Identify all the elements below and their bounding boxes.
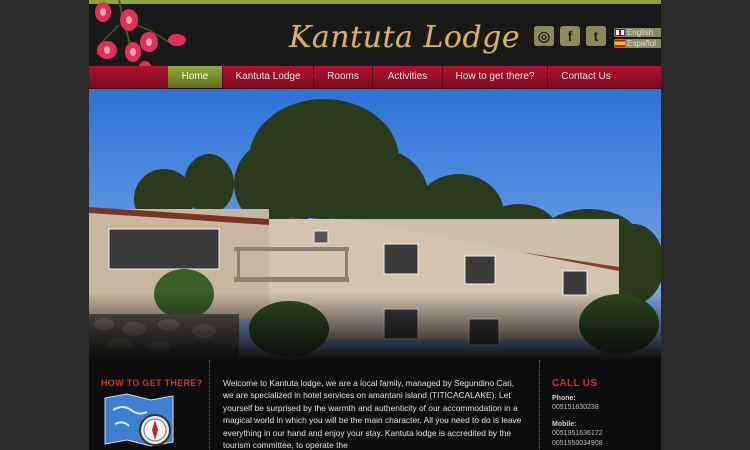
welcome-text: Welcome to Kantuta lodge, we are a local… bbox=[223, 378, 522, 450]
mobile-number-1[interactable]: 0051951636172 bbox=[552, 430, 603, 437]
phone-label: Phone: bbox=[552, 395, 576, 402]
tripadvisor-icon[interactable]: ◎ bbox=[534, 26, 554, 46]
language-switcher: English Español bbox=[614, 28, 661, 50]
mobile-number-2[interactable]: 0051950034908 bbox=[552, 440, 603, 447]
nav-how-to-get-there[interactable]: How to get there? bbox=[443, 66, 548, 88]
hero-lodge-image bbox=[89, 89, 661, 360]
main-nav: Home Kantuta Lodge Rooms Activities How … bbox=[89, 66, 661, 89]
twitter-icon[interactable]: t bbox=[586, 26, 606, 46]
nav-activities[interactable]: Activities bbox=[373, 66, 443, 88]
map-compass-icon[interactable] bbox=[103, 392, 179, 448]
nav-home[interactable]: Home bbox=[168, 66, 223, 88]
language-english[interactable]: English bbox=[614, 28, 661, 37]
mobile-label: Mobile: bbox=[552, 421, 577, 428]
social-links: ◎ f t bbox=[534, 26, 606, 46]
language-label: Español bbox=[627, 39, 656, 48]
how-to-get-there-panel: HOW TO GET THERE? bbox=[89, 360, 210, 450]
page: Kantuta Lodge ◎ f t English Español Home… bbox=[89, 0, 661, 450]
call-us-heading: CALL US bbox=[552, 378, 598, 389]
how-to-get-there-heading[interactable]: HOW TO GET THERE? bbox=[101, 378, 202, 388]
language-label: English bbox=[627, 28, 654, 37]
site-logo[interactable]: Kantuta Lodge bbox=[289, 20, 520, 55]
footer-content: HOW TO GET THERE? Welcome to Kantuta lod… bbox=[89, 360, 661, 450]
uk-flag-icon bbox=[615, 29, 625, 36]
nav-kantuta-lodge[interactable]: Kantuta Lodge bbox=[223, 66, 314, 88]
contact-panel: CALL US Phone: 005151630238 Mobile: 0051… bbox=[539, 360, 661, 450]
welcome-panel: Welcome to Kantuta lodge, we are a local… bbox=[211, 360, 539, 450]
nav-rooms[interactable]: Rooms bbox=[314, 66, 373, 88]
nav-contact-us[interactable]: Contact Us bbox=[548, 66, 624, 88]
phone-number[interactable]: 005151630238 bbox=[552, 404, 599, 411]
spain-flag-icon bbox=[615, 40, 625, 47]
language-spanish[interactable]: Español bbox=[614, 39, 661, 48]
facebook-icon[interactable]: f bbox=[560, 26, 580, 46]
